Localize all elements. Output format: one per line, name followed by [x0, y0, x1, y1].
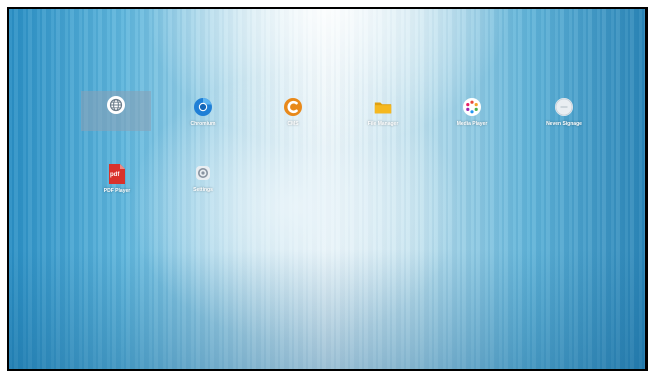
app-label: Media Player	[456, 121, 488, 127]
app-label: CMS	[287, 121, 299, 127]
browser-globe-icon	[106, 95, 126, 115]
app-label: Chromium	[190, 121, 216, 127]
signage-icon	[554, 97, 574, 117]
app-label: File Manager	[367, 121, 399, 127]
media-player-icon	[462, 97, 482, 117]
pdf-badge-text: pdf	[110, 172, 120, 178]
app-label: Neven Signage	[546, 121, 582, 127]
app-chromium[interactable]: Chromium	[164, 93, 242, 139]
settings-gear-icon	[193, 163, 213, 183]
app-file-manager[interactable]: File Manager	[344, 93, 422, 139]
app-label: Settings	[193, 187, 213, 193]
app-browser[interactable]	[81, 91, 151, 131]
app-label: PDF Player	[103, 188, 131, 194]
monitor-bezel: Chromium CMS File Manager Media Player N…	[7, 7, 648, 371]
app-media-player[interactable]: Media Player	[433, 93, 511, 139]
launcher-home-screen: Chromium CMS File Manager Media Player N…	[9, 9, 645, 369]
app-signage[interactable]: Neven Signage	[525, 93, 603, 139]
folder-icon	[373, 97, 393, 117]
pdf-icon: pdf	[107, 163, 127, 185]
app-settings[interactable]: Settings	[164, 159, 242, 205]
chromium-icon	[193, 97, 213, 117]
app-pdf-player[interactable]: pdf PDF Player	[78, 159, 156, 205]
app-cms[interactable]: CMS	[254, 93, 332, 139]
cms-icon	[283, 97, 303, 117]
